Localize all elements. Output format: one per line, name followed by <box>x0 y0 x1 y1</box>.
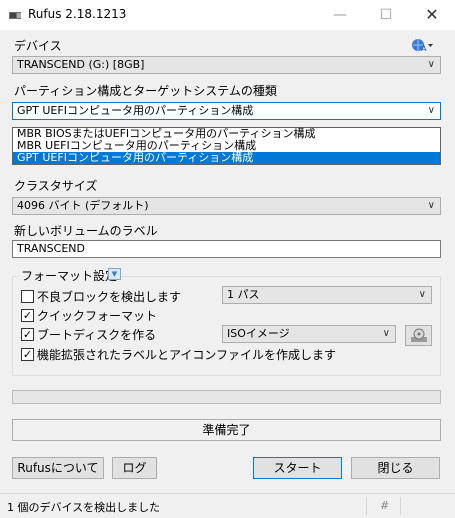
language-icon[interactable]: A <box>411 37 433 53</box>
disc-drive-icon <box>410 328 427 342</box>
svg-text:A: A <box>421 44 427 53</box>
chevron-down-icon: ∨ <box>427 200 435 211</box>
extended-label-label: 機能拡張されたラベルとアイコンファイルを作成します <box>37 348 337 362</box>
partition-dropdown-list: MBR BIOSまたはUEFIコンピュータ用のパーティション構成 MBR UEF… <box>12 127 441 165</box>
close-button[interactable]: 閉じる <box>351 457 440 479</box>
device-label: デバイス <box>14 39 62 53</box>
format-options-title: フォーマット設定 <box>18 267 121 284</box>
hash-indicator[interactable]: # <box>380 499 389 512</box>
passes-value: 1 パス <box>227 288 260 301</box>
about-button-label: Rufusについて <box>17 461 99 475</box>
close-icon: ✕ <box>425 5 439 24</box>
volume-label: 新しいボリュームのラベル <box>14 224 158 238</box>
status-text: 準備完了 <box>202 423 251 437</box>
chevron-down-icon: ∨ <box>427 105 435 116</box>
boot-type-select[interactable]: ISOイメージ ∨ <box>222 325 396 343</box>
title-bar: Rufus 2.18.1213 — ☐ ✕ <box>0 0 455 30</box>
volume-label-input[interactable]: TRANSCEND <box>12 240 441 258</box>
progress-bar <box>12 390 441 404</box>
chevron-down-icon: ∨ <box>418 289 426 300</box>
cluster-label: クラスタサイズ <box>14 179 98 193</box>
bootable-label: ブートディスクを作る <box>37 328 157 342</box>
partition-option-gpt-uefi[interactable]: GPT UEFIコンピュータ用のパーティション構成 <box>13 152 440 164</box>
check-icon: ✓ <box>22 348 33 361</box>
partition-select[interactable]: GPT UEFIコンピュータ用のパーティション構成 ∨ <box>12 102 441 120</box>
bad-blocks-label: 不良ブロックを検出します <box>37 290 182 304</box>
cluster-value: 4096 バイト (デフォルト) <box>17 199 149 212</box>
close-window-button[interactable]: ✕ <box>409 0 455 30</box>
window-title: Rufus 2.18.1213 <box>28 7 127 21</box>
statusbar-divider <box>400 497 401 515</box>
expand-toggle-icon[interactable]: ▼ <box>108 268 121 280</box>
partition-value: GPT UEFIコンピュータ用のパーティション構成 <box>17 104 254 117</box>
cluster-select[interactable]: 4096 バイト (デフォルト) ∨ <box>12 197 441 215</box>
bootable-checkbox[interactable]: ✓ <box>21 328 34 341</box>
extended-label-checkbox[interactable]: ✓ <box>21 348 34 361</box>
start-button[interactable]: スタート <box>253 457 342 479</box>
volume-label-value: TRANSCEND <box>17 242 85 255</box>
status-box: 準備完了 <box>12 419 441 441</box>
statusbar-divider <box>366 497 367 515</box>
start-button-label: スタート <box>273 461 322 475</box>
chevron-down-icon: ∨ <box>382 328 390 339</box>
quick-format-checkbox[interactable]: ✓ <box>21 309 34 322</box>
rufus-app-icon <box>9 12 21 19</box>
boot-type-value: ISOイメージ <box>227 327 290 340</box>
status-bar: 1 個のデバイスを検出しました # <box>0 493 455 518</box>
minimize-button[interactable]: — <box>317 0 363 30</box>
check-icon: ✓ <box>22 328 33 341</box>
close-button-label: 閉じる <box>377 461 414 475</box>
device-value: TRANSCEND (G:) [8GB] <box>17 58 145 71</box>
select-image-button[interactable] <box>405 325 432 346</box>
minimize-icon: — <box>333 7 347 23</box>
quick-format-label: クイックフォーマット <box>37 309 158 323</box>
bad-blocks-passes-select[interactable]: 1 パス ∨ <box>222 286 432 304</box>
about-button[interactable]: Rufusについて <box>12 457 104 479</box>
log-button[interactable]: ログ <box>112 457 157 479</box>
maximize-icon: ☐ <box>379 7 393 23</box>
maximize-button[interactable]: ☐ <box>363 0 409 30</box>
check-icon: ✓ <box>22 309 33 322</box>
chevron-down-icon: ∨ <box>427 59 435 70</box>
device-select[interactable]: TRANSCEND (G:) [8GB] ∨ <box>12 56 441 74</box>
partition-label: パーティション構成とターゲットシステムの種類 <box>14 84 277 98</box>
statusbar-message: 1 個のデバイスを検出しました <box>7 501 161 514</box>
bad-blocks-checkbox[interactable] <box>21 290 34 303</box>
log-button-label: ログ <box>122 461 147 475</box>
